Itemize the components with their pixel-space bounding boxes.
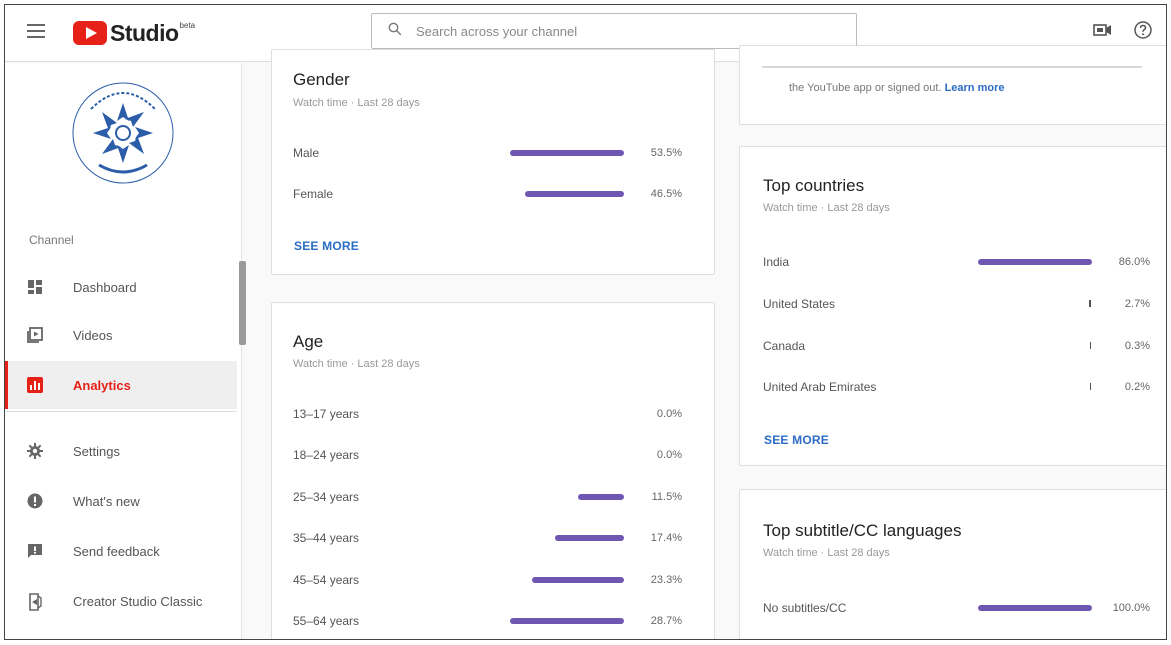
- sidebar-item-label: Settings: [73, 443, 120, 459]
- card-subtitle: Watch time · Last 28 days: [763, 202, 890, 214]
- card-title: Age: [293, 332, 324, 351]
- row-value: 0.3%: [1124, 340, 1150, 352]
- sidebar-item-label: Analytics: [73, 377, 131, 393]
- dashboard-icon: [27, 279, 43, 295]
- card-subtitle: Watch time · Last 28 days: [293, 97, 420, 109]
- help-icon[interactable]: [1133, 20, 1153, 45]
- search-input[interactable]: [416, 23, 816, 39]
- row-label: 13–17 years: [293, 407, 360, 421]
- sidebar-item-whats-new[interactable]: What's new: [5, 477, 237, 525]
- create-video-icon[interactable]: [1093, 22, 1113, 43]
- menu-icon[interactable]: [27, 24, 45, 38]
- bar: [1090, 383, 1091, 390]
- row-label: Canada: [763, 339, 806, 353]
- logo-text: Studio: [110, 19, 179, 46]
- row-label: India: [763, 255, 790, 269]
- row-value: 28.7%: [650, 615, 682, 627]
- sidebar-item-settings[interactable]: Settings: [5, 427, 237, 475]
- bar: [1089, 300, 1091, 307]
- bar: [525, 191, 624, 197]
- bar: [578, 494, 624, 500]
- sidebar-item-dashboard[interactable]: Dashboard: [5, 263, 237, 311]
- truncated-text-line: [762, 66, 1142, 68]
- bar: [510, 150, 624, 156]
- channel-section-label: Channel: [29, 233, 74, 247]
- row-value: 46.5%: [650, 188, 682, 200]
- card-subtitle: Watch time · Last 28 days: [293, 358, 420, 370]
- row-label: 18–24 years: [293, 448, 360, 462]
- row-value: 86.0%: [1118, 256, 1150, 268]
- sidebar-scrollbar[interactable]: [239, 261, 246, 345]
- analytics-icon: [27, 377, 43, 393]
- beta-badge: beta: [179, 21, 196, 30]
- sidebar-item-label: Dashboard: [73, 279, 137, 295]
- row-label: 25–34 years: [293, 490, 360, 504]
- bar: [555, 535, 624, 541]
- row-label: Male: [293, 146, 320, 160]
- card-subtitle: Watch time · Last 28 days: [763, 547, 890, 559]
- videos-icon: [27, 327, 43, 343]
- sidebar-item-label: What's new: [73, 493, 140, 509]
- row-value: 0.0%: [656, 449, 682, 461]
- row-label: 45–54 years: [293, 573, 360, 587]
- row-label: Female: [293, 187, 334, 201]
- notice-message: the YouTube app or signed out.: [789, 82, 942, 94]
- row-value: 0.2%: [1124, 381, 1150, 393]
- row-value: 17.4%: [650, 532, 682, 544]
- youtube-play-icon: [73, 21, 107, 45]
- channel-avatar[interactable]: [69, 79, 177, 187]
- notice-text: the YouTube app or signed out. Learn mor…: [789, 82, 1004, 94]
- top-countries-card: Top countries Watch time · Last 28 days …: [739, 146, 1166, 466]
- sidebar-divider: [5, 411, 237, 412]
- sidebar-item-label: Videos: [73, 327, 113, 343]
- row-label: 55–64 years: [293, 614, 360, 628]
- studio-logo[interactable]: Studio beta: [73, 19, 195, 47]
- sidebar-item-videos[interactable]: Videos: [5, 311, 237, 359]
- bar: [532, 577, 624, 583]
- row-value: 0.0%: [656, 408, 682, 420]
- sidebar-item-analytics[interactable]: Analytics: [5, 361, 237, 409]
- bar: [978, 259, 1092, 265]
- bar: [510, 618, 624, 624]
- feedback-icon: [27, 543, 43, 559]
- bar: [1090, 342, 1091, 349]
- row-label: No subtitles/CC: [763, 601, 847, 615]
- row-value: 2.7%: [1124, 298, 1150, 310]
- sidebar: Channel Dashboard Videos Analytics Setti…: [5, 63, 246, 639]
- gear-icon: [27, 443, 43, 459]
- card-title: Top subtitle/CC languages: [763, 521, 962, 540]
- search-box[interactable]: [371, 13, 857, 49]
- row-value: 11.5%: [651, 491, 682, 503]
- row-label: United Arab Emirates: [763, 380, 877, 394]
- top-subtitle-languages-card: Top subtitle/CC languages Watch time · L…: [739, 489, 1166, 639]
- row-value: 100.0%: [1112, 602, 1150, 614]
- card-title: Gender: [293, 70, 350, 89]
- notice-card: the YouTube app or signed out. Learn mor…: [739, 45, 1166, 125]
- row-label: United States: [763, 297, 836, 311]
- row-value: 23.3%: [650, 574, 682, 586]
- row-label: 35–44 years: [293, 531, 360, 545]
- see-more-link[interactable]: SEE MORE: [764, 433, 829, 447]
- sidebar-item-label: Send feedback: [73, 543, 160, 559]
- learn-more-link[interactable]: Learn more: [945, 82, 1005, 94]
- see-more-link[interactable]: SEE MORE: [294, 239, 359, 253]
- gender-card: Gender Watch time · Last 28 days Male 53…: [271, 49, 715, 275]
- whats-new-icon: [27, 493, 43, 509]
- age-card: Age Watch time · Last 28 days 13–17 year…: [271, 302, 715, 639]
- row-value: 53.5%: [650, 147, 682, 159]
- sidebar-item-creator-studio-classic[interactable]: Creator Studio Classic: [5, 577, 237, 625]
- bar: [978, 605, 1092, 611]
- classic-studio-icon: [27, 593, 43, 611]
- sidebar-item-label: Creator Studio Classic: [73, 593, 203, 609]
- sidebar-item-send-feedback[interactable]: Send feedback: [5, 527, 237, 575]
- studio-window: Studio beta Search across your channel C…: [4, 4, 1167, 640]
- card-title: Top countries: [763, 176, 865, 195]
- search-icon[interactable]: [388, 22, 416, 41]
